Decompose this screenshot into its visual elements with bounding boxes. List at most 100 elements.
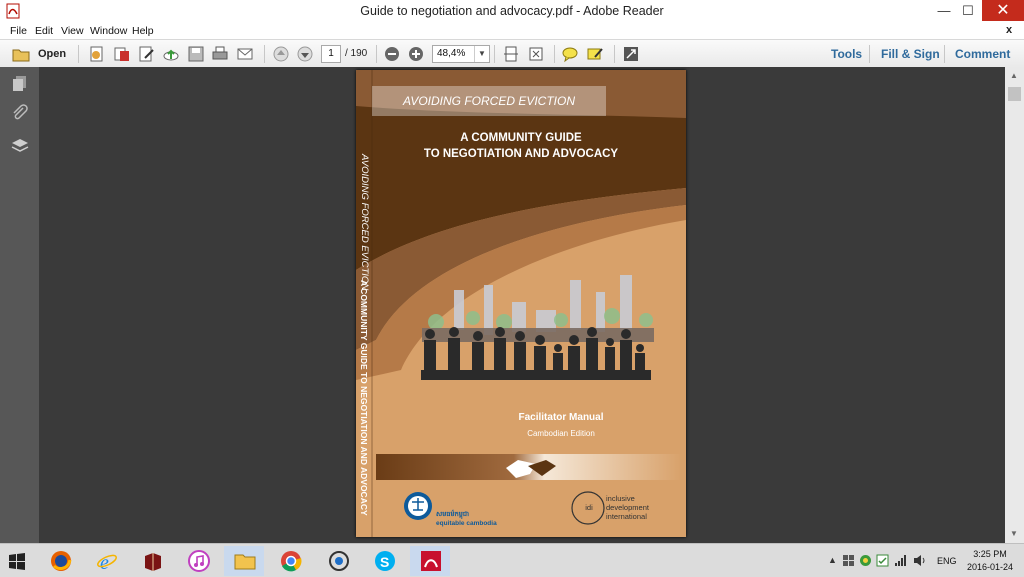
edition-label: Cambodian Edition [527,429,595,438]
open-folder-icon[interactable] [12,45,30,63]
toolbar-separator [78,45,79,63]
volume-icon[interactable] [913,554,927,567]
maximize-button[interactable]: ☐ [954,0,982,21]
vertical-scrollbar[interactable]: ▲ ▼ [1005,67,1024,543]
toolbar-separator [614,45,615,63]
svg-text:S: S [380,554,389,570]
page-thumbnails-icon[interactable] [11,74,29,92]
idi-line-3: international [606,512,647,521]
zoom-select[interactable]: 48,4% ▼ [432,45,490,63]
taskbar-app-eye[interactable] [318,546,358,576]
save-icon[interactable] [187,45,205,63]
network-signal-icon[interactable] [894,554,908,567]
tray-circle-icon[interactable] [859,554,872,567]
firefox-icon [51,551,72,571]
window-title: Guide to negotiation and advocacy.pdf - … [360,4,664,18]
system-clock[interactable]: 3:25 PM 2016-01-24 [960,548,1020,574]
pdf-page[interactable]: AVOIDING FORCED EVICTION A COMMUNITY GUI… [356,70,686,537]
fill-sign-button[interactable]: Fill & Sign [881,47,940,61]
clock-date: 2016-01-24 [966,562,1014,572]
scrollbar-thumb[interactable] [1008,87,1021,101]
skype-icon: S [375,551,395,571]
expand-icon[interactable] [622,45,640,63]
zoom-value: 48,4% [437,48,466,59]
folder-icon [234,554,256,570]
email-icon[interactable] [236,45,254,63]
create-pdf-icon[interactable] [88,45,106,63]
zoom-in-icon[interactable] [407,45,425,63]
next-page-icon[interactable] [296,45,314,63]
logo1-text: equitable cambodia [436,520,497,527]
logo1-khmer-text: សមធម៌កម្ពុជា [436,511,470,518]
idi-logo-abbr: idi [585,503,593,512]
toolbar-separator [264,45,265,63]
book-icon [145,553,161,571]
spine-text-2: A COMMUNITY GUIDE TO NEGOTIATION AND ADV… [359,280,369,516]
toolbar-separator [554,45,555,63]
taskbar-internet-explorer[interactable]: e [86,546,126,576]
cloud-upload-icon[interactable] [162,45,180,63]
taskbar-chrome[interactable] [270,546,310,576]
idi-line-2: development [606,503,649,512]
windows-start-icon[interactable] [8,552,26,570]
toolbar-separator [376,45,377,63]
action-center-icon[interactable] [842,554,855,567]
taskbar-book-app[interactable] [132,546,172,576]
idi-logo-text: inclusive development international [606,494,649,521]
menu-edit[interactable]: Edit [35,25,53,37]
taskbar: e S ▲ ENG 3:25 PM 2016-01-24 [0,543,1024,577]
tray-shield-icon[interactable] [876,554,889,567]
page-number-input[interactable]: 1 [321,45,341,63]
full-screen-icon[interactable] [527,45,545,63]
cover-band-text: AVOIDING FORCED EVICTION [372,86,606,116]
fit-page-icon[interactable] [502,45,520,63]
previous-page-icon[interactable] [272,45,290,63]
menu-bar: File Edit View Window Help x [0,22,1024,39]
facilitator-manual-label: Facilitator Manual [518,412,604,423]
svg-text:e: e [100,552,109,572]
layers-icon[interactable] [11,137,29,155]
scroll-up-icon[interactable]: ▲ [1010,71,1018,80]
menu-window[interactable]: Window [90,25,127,37]
sticky-note-icon[interactable] [561,45,579,63]
eye-app-icon [329,551,349,571]
taskbar-skype[interactable]: S [364,546,404,576]
equitable-cambodia-logo: សមធម៌កម្ពុជា equitable cambodia [436,511,497,527]
edit-document-icon[interactable] [138,45,156,63]
toolbar: Open 1 / 190 48,4% ▼ Tools Fill & Sign C… [0,39,1024,69]
page-total: / 190 [345,48,368,59]
taskbar-itunes[interactable] [178,546,218,576]
attachments-icon[interactable] [11,104,29,122]
comment-button[interactable]: Comment [955,47,1010,61]
spine-text-1: AVOIDING FORCED EVICTION [359,154,370,291]
taskbar-file-explorer[interactable] [224,546,264,576]
zoom-out-icon[interactable] [383,45,401,63]
menu-help[interactable]: Help [132,25,154,37]
combine-files-icon[interactable] [113,45,131,63]
toolbar-separator [494,45,495,63]
tray-expand-icon[interactable]: ▲ [828,555,837,565]
chevron-down-icon[interactable]: ▼ [474,46,489,62]
chrome-icon [281,551,302,572]
toolbar-separator [944,45,945,63]
clock-time: 3:25 PM [973,549,1007,559]
highlight-icon[interactable] [586,45,604,63]
cover-title-line-1: A COMMUNITY GUIDE [460,132,582,144]
menu-view[interactable]: View [61,25,84,37]
open-button[interactable]: Open [38,48,66,60]
adobe-reader-taskbar-icon [421,551,441,571]
document-close-button[interactable]: x [1006,24,1012,36]
taskbar-adobe-reader[interactable] [410,546,450,576]
tools-button[interactable]: Tools [831,47,862,61]
print-icon[interactable] [211,45,229,63]
title-bar: Guide to negotiation and advocacy.pdf - … [0,0,1024,23]
itunes-icon [188,550,210,572]
language-indicator[interactable]: ENG [937,556,957,566]
taskbar-firefox[interactable] [40,546,80,576]
navigation-pane [0,67,39,543]
scroll-down-icon[interactable]: ▼ [1010,529,1018,538]
toolbar-separator [869,45,870,63]
menu-file[interactable]: File [10,25,27,37]
close-button[interactable]: ✕ [982,0,1024,21]
cover-title-line-2: TO NEGOTIATION AND ADVOCACY [423,148,619,160]
